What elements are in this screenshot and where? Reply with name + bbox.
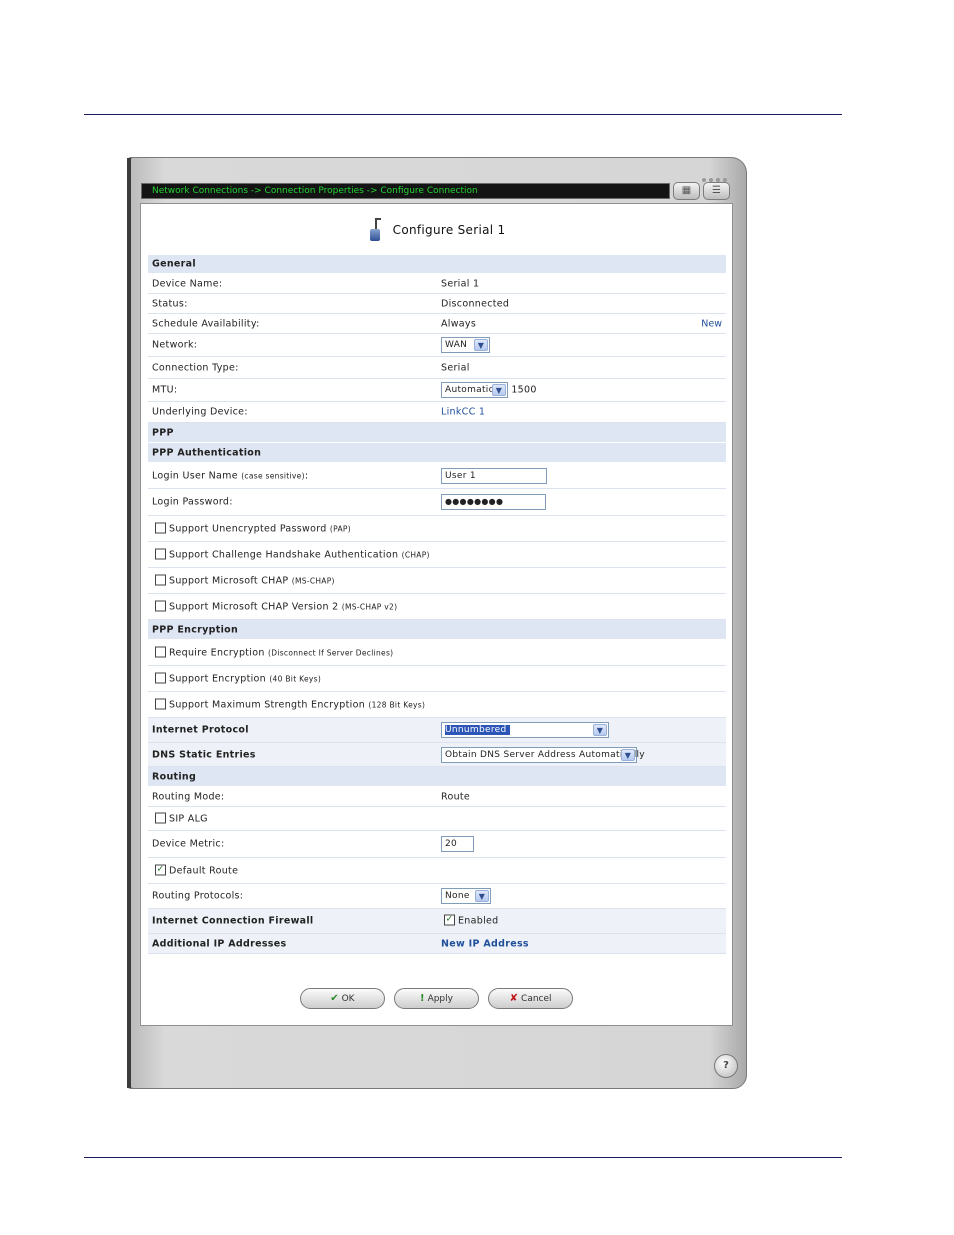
row-mschap: Support Microsoft CHAP (MS-CHAP) xyxy=(148,568,726,594)
row-device-metric: Device Metric: 20 xyxy=(148,831,726,858)
row-internet-protocol: Internet Protocol Unnumbered ▼ xyxy=(148,718,726,743)
row-status: Status: Disconnected xyxy=(148,294,726,314)
default-route-checkbox[interactable]: ✓ xyxy=(155,864,166,875)
row-default-route: ✓ Default Route xyxy=(148,858,726,884)
row-pap: Support Unencrypted Password (PAP) xyxy=(148,516,726,542)
row-sip-alg: SIP ALG xyxy=(148,807,726,831)
chap-checkbox[interactable] xyxy=(155,548,166,559)
row-support-encryption-40: Support Encryption (40 Bit Keys) xyxy=(148,666,726,692)
section-general: General xyxy=(148,255,726,274)
page-bottom-rule xyxy=(84,1157,842,1158)
row-routing-protocols: Routing Protocols: None ▼ xyxy=(148,884,726,909)
list-view-icon[interactable]: ☰ xyxy=(703,182,730,200)
schedule-new-link[interactable]: New xyxy=(701,318,722,329)
row-connection-type: Connection Type: Serial xyxy=(148,357,726,379)
settings-table: General Device Name: Serial 1 Status: Disc… xyxy=(148,255,726,954)
help-icon[interactable]: ? xyxy=(714,1054,738,1078)
chevron-down-icon: ▼ xyxy=(621,748,635,761)
mschap-v2-checkbox[interactable] xyxy=(155,600,166,611)
row-support-encryption-128: Support Maximum Strength Encryption (128… xyxy=(148,692,726,718)
serial-plug-icon xyxy=(368,218,382,242)
login-user-input[interactable]: User 1 xyxy=(441,467,547,484)
page-top-rule xyxy=(84,114,842,115)
row-device-name: Device Name: Serial 1 xyxy=(148,274,726,294)
network-map-icon[interactable]: ▦ xyxy=(673,182,700,200)
exclamation-icon: ! xyxy=(420,993,425,1004)
mtu-mode-select[interactable]: Automatic ▼ xyxy=(441,382,508,398)
row-chap: Support Challenge Handshake Authenticati… xyxy=(148,542,726,568)
section-ppp: PPP xyxy=(148,423,726,443)
row-underlying-device: Underlying Device: LinkCC 1 xyxy=(148,402,726,423)
chevron-down-icon: ▼ xyxy=(475,890,489,902)
require-encryption-checkbox[interactable] xyxy=(155,646,166,657)
support-encryption-128-checkbox[interactable] xyxy=(155,698,166,709)
page-title-text: Configure Serial 1 xyxy=(392,223,506,237)
row-routing-mode: Routing Mode: Route xyxy=(148,787,726,807)
new-ip-address-link[interactable]: New IP Address xyxy=(441,938,529,949)
internet-protocol-select[interactable]: Unnumbered ▼ xyxy=(441,722,609,738)
chevron-down-icon: ▼ xyxy=(492,384,506,396)
page-title: Configure Serial 1 xyxy=(141,218,732,242)
section-ppp-auth: PPP Authentication xyxy=(148,443,726,463)
row-firewall: Internet Connection Firewall ✓ Enabled xyxy=(148,909,726,934)
network-select[interactable]: WAN ▼ xyxy=(441,337,490,353)
sip-alg-checkbox[interactable] xyxy=(155,812,166,823)
check-icon: ✔ xyxy=(330,993,339,1004)
ok-button[interactable]: ✔ OK xyxy=(299,988,385,1009)
apply-button[interactable]: ! Apply xyxy=(394,988,479,1009)
mtu-value: 1500 xyxy=(511,384,537,396)
row-mtu: MTU: Automatic ▼ 1500 xyxy=(148,379,726,402)
chevron-down-icon: ▼ xyxy=(593,724,607,736)
row-network: Network: WAN ▼ xyxy=(148,334,726,357)
row-additional-ip: Additional IP Addresses New IP Address xyxy=(148,934,726,954)
underlying-device-link[interactable]: LinkCC 1 xyxy=(441,407,485,418)
device-metric-input[interactable]: 20 xyxy=(441,836,474,852)
section-routing: Routing xyxy=(148,767,726,787)
frame-left-edge xyxy=(127,158,131,1088)
window-grip xyxy=(702,167,732,182)
x-icon: ✘ xyxy=(509,993,519,1004)
row-schedule: Schedule Availability: Always New xyxy=(148,314,726,334)
breadcrumb[interactable]: Network Connections -> Connection Proper… xyxy=(141,183,670,199)
row-mschap-v2: Support Microsoft CHAP Version 2 (MS-CHA… xyxy=(148,594,726,620)
routing-protocols-select[interactable]: None ▼ xyxy=(441,888,491,904)
row-require-encryption: Require Encryption (Disconnect If Server… xyxy=(148,640,726,666)
login-password-input[interactable]: ●●●●●●●● xyxy=(441,494,546,510)
firewall-enabled-checkbox[interactable]: ✓ xyxy=(444,914,455,926)
section-ppp-encryption: PPP Encryption xyxy=(148,620,726,640)
cancel-button[interactable]: ✘ Cancel xyxy=(488,988,574,1009)
dns-select[interactable]: Obtain DNS Server Address Automatically ▼ xyxy=(441,746,645,763)
chevron-down-icon: ▼ xyxy=(474,339,488,351)
mschap-checkbox[interactable] xyxy=(155,574,166,585)
support-encryption-40-checkbox[interactable] xyxy=(155,672,166,683)
row-login-user: Login User Name (case sensitive): User 1 xyxy=(148,463,726,489)
config-panel: Configure Serial 1 General Device Name: S… xyxy=(140,203,733,1026)
pap-checkbox[interactable] xyxy=(155,522,166,533)
row-dns-static: DNS Static Entries Obtain DNS Server Add… xyxy=(148,743,726,767)
action-buttons: ✔ OK ! Apply ✘ Cancel xyxy=(141,988,732,1010)
row-login-password: Login Password: ●●●●●●●● xyxy=(148,489,726,516)
